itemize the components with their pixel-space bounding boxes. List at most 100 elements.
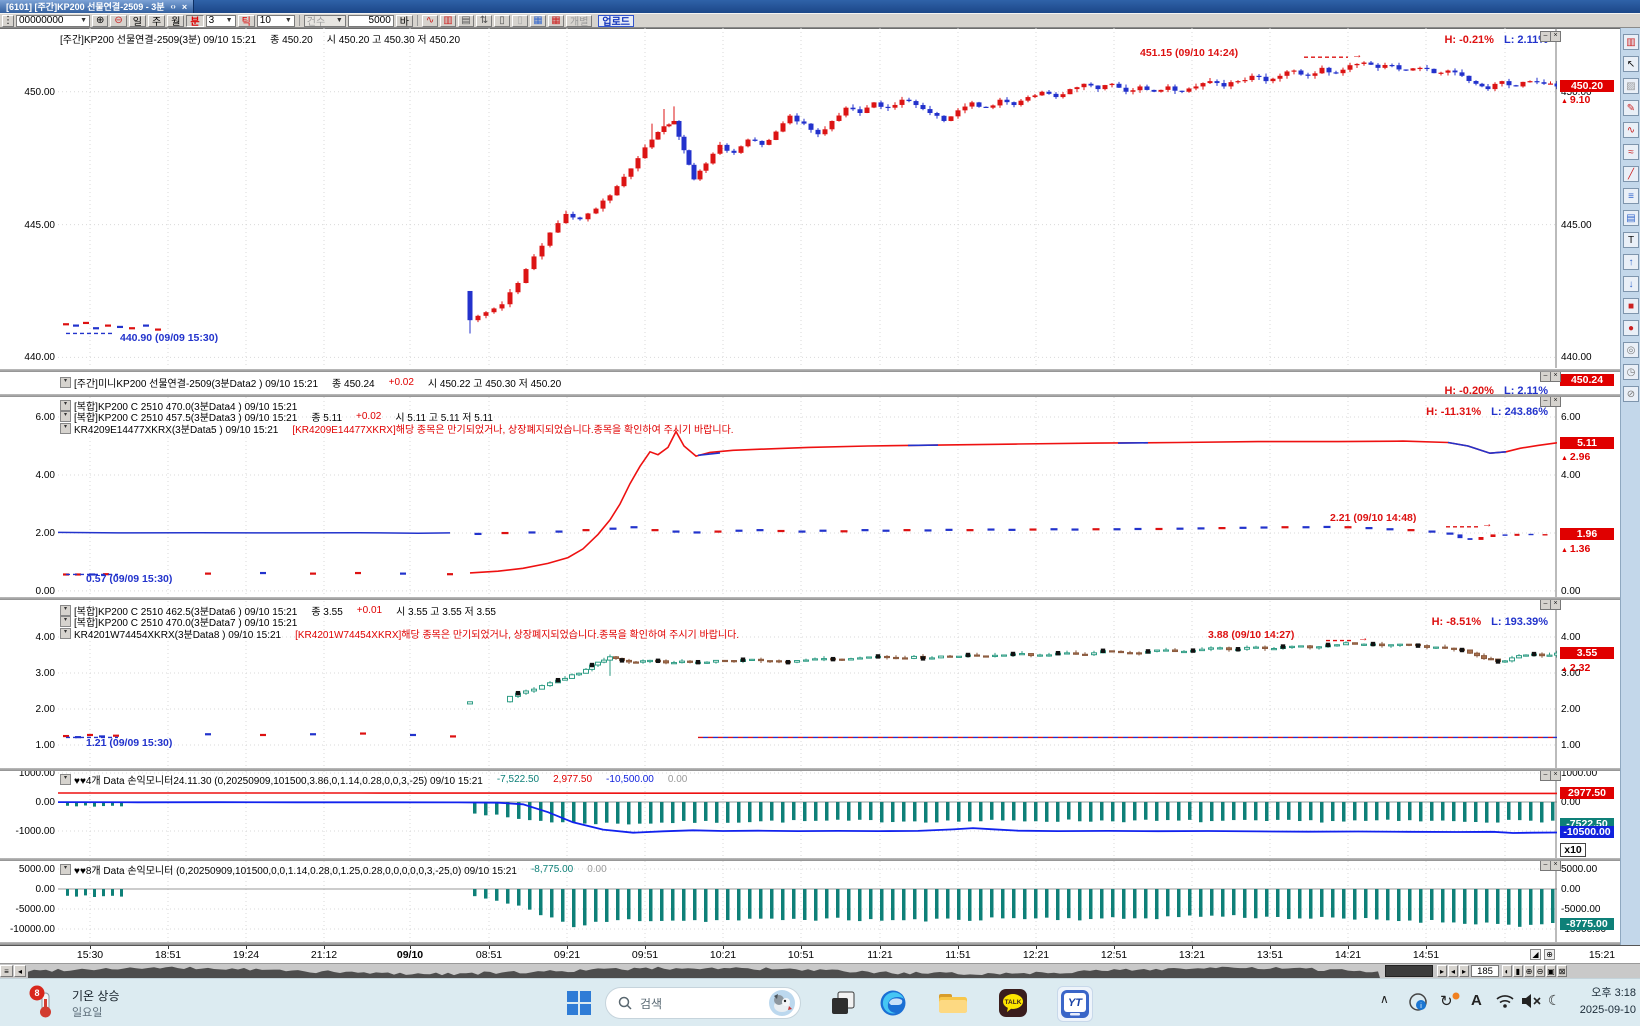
start-button[interactable] [563, 987, 595, 1019]
axis-tick [1114, 946, 1115, 949]
axis-label-right: 0.00 [1561, 884, 1580, 895]
axis-scale-icon[interactable]: ◢ [1530, 949, 1541, 960]
dot-icon[interactable]: ● [1623, 320, 1639, 336]
square-icon[interactable]: ■ [1623, 298, 1639, 314]
axis-label-left: 440.00 [1, 352, 55, 363]
close-range-icon[interactable]: ⊠ [1557, 965, 1567, 977]
panel-divider[interactable] [0, 858, 1620, 861]
header-segment: KR4201W74454XKRX(3분Data8 ) 09/10 15:21 [74, 626, 281, 641]
weather-widget[interactable]: 8 기온 상승 일요일 [28, 985, 120, 1021]
time-label: 13:51 [1257, 949, 1283, 961]
chart-scrollbar: ≡◂▸◂▸185◐▮⊕⊖▣⊠ [0, 963, 1640, 978]
axis-label-left: 3.00 [1, 668, 55, 679]
axis-label-left: -1000.00 [1, 826, 55, 837]
collapse-button[interactable]: ▾ [60, 377, 71, 388]
wave-icon[interactable]: ∿ [1623, 122, 1639, 138]
chart-annotation: 3.88 (09/10 14:27) [1208, 629, 1294, 641]
panel-divider[interactable] [0, 394, 1620, 397]
axis-tick [801, 946, 802, 949]
pencil-icon[interactable]: ✎ [1623, 100, 1639, 116]
scroll-left-button[interactable]: ◂ [14, 965, 26, 977]
axis-label-left: 2.00 [1, 528, 55, 539]
axis-label-left: 0.00 [1, 884, 55, 895]
panel-close-button[interactable]: × [1550, 31, 1561, 42]
collapse-button[interactable]: ▾ [60, 628, 71, 639]
kakaotalk-button[interactable]: TALK [997, 987, 1029, 1019]
taskbar-clock[interactable]: 오후 3:18 2025-09-10 [1560, 985, 1636, 1019]
circle-icon[interactable]: ◎ [1623, 342, 1639, 358]
search-highlight-image[interactable] [769, 990, 795, 1016]
edge-browser-button[interactable] [877, 987, 909, 1019]
grid-icon[interactable]: ▤ [1623, 210, 1639, 226]
collapse-button[interactable]: ▾ [60, 423, 71, 434]
scroll-page-right-button[interactable]: ▸ [1459, 965, 1469, 977]
zoom-in-icon[interactable]: ⊕ [1524, 965, 1534, 977]
scroll-page-left-button[interactable]: ◂ [1448, 965, 1458, 977]
axis-zoom-icon[interactable]: ⊕ [1544, 949, 1555, 960]
price-box: -10500.00 [1560, 826, 1614, 838]
cursor-icon[interactable]: ↖ [1623, 56, 1639, 72]
zoom-out-icon[interactable]: ⊖ [1535, 965, 1545, 977]
file-explorer-button[interactable] [937, 987, 969, 1019]
search-placeholder: 검색 [640, 995, 769, 1012]
arrow-down-icon[interactable]: ↓ [1623, 276, 1639, 292]
trading-app-button[interactable]: YT [1057, 986, 1093, 1022]
chart-annotation: 2.21 (09/10 14:48) [1330, 512, 1416, 524]
trendline-icon[interactable]: ╱ [1623, 166, 1639, 182]
clock-icon[interactable]: ◷ [1623, 364, 1639, 380]
marker-icon[interactable]: ▮ [1513, 965, 1523, 977]
task-view-icon [830, 990, 856, 1016]
arrow-up-icon[interactable]: ↑ [1623, 254, 1639, 270]
panel-header-row: ▾KR4209E14477XKRX(3분Data5 ) 09/10 15:21[… [60, 421, 748, 436]
tray-chevron-icon[interactable]: ∧ [1380, 992, 1389, 1006]
price-box: 2977.50 [1560, 787, 1614, 799]
axis-label-right: 4.00 [1561, 632, 1580, 643]
lines-icon[interactable]: ≡ [1623, 188, 1639, 204]
taskbar-search[interactable]: 검색 [605, 987, 801, 1019]
scroll-step-right-button[interactable]: ▸ [1437, 965, 1447, 977]
header-segment: [KR4201W74454XKRX]해당 종목은 만기되었거나, 상장폐지되었습… [295, 626, 739, 641]
fit-icon[interactable]: ▣ [1546, 965, 1556, 977]
axis-tick [880, 946, 881, 949]
chart-annotation: 1.21 (09/09 15:30) [86, 737, 172, 749]
time-label: 11:51 [945, 949, 971, 961]
axis-label-left: 445.00 [1, 220, 55, 231]
axis-label-left: 6.00 [1, 412, 55, 423]
hatch-icon[interactable]: ▨ [1623, 78, 1639, 94]
tray-info-icon[interactable]: i [1408, 992, 1428, 1012]
candles-icon[interactable]: ▥ [1623, 34, 1639, 50]
ime-language-icon[interactable]: A [1471, 992, 1482, 1009]
panel-divider[interactable] [0, 597, 1620, 600]
axis-label-right: -5000.00 [1561, 904, 1600, 915]
tray-sync-icon[interactable]: ↻ [1440, 992, 1453, 1010]
scrollbar-handle[interactable]: ≡ [0, 965, 13, 977]
axis-tick [90, 946, 91, 949]
night-light-icon[interactable]: ☾ [1548, 992, 1561, 1009]
panel-divider[interactable] [0, 768, 1620, 771]
collapse-button[interactable]: ▾ [60, 774, 71, 785]
panel-close-button[interactable]: × [1550, 396, 1561, 407]
axis-label-right: 5000.00 [1561, 864, 1597, 875]
high-pct: H: -11.31% [1426, 406, 1481, 418]
panel-close-button[interactable]: × [1550, 860, 1561, 871]
axis-label-right: 6.00 [1561, 412, 1580, 423]
delete-icon[interactable]: ⊘ [1623, 386, 1639, 402]
panel-close-button[interactable]: × [1550, 599, 1561, 610]
task-view-button[interactable] [827, 987, 859, 1019]
price-box: 450.24 [1560, 374, 1614, 386]
price-box: x10 [1560, 843, 1586, 857]
panel-main-plot[interactable] [58, 28, 1557, 368]
text-icon[interactable]: T [1623, 232, 1639, 248]
kakao-label: TALK [1005, 999, 1022, 1006]
contrast-icon[interactable]: ◐ [1502, 965, 1512, 977]
collapse-button[interactable]: ▾ [60, 864, 71, 875]
volume-muted-icon[interactable] [1520, 992, 1542, 1010]
panel-close-button[interactable]: × [1550, 371, 1561, 382]
zigzag-icon[interactable]: ≈ [1623, 144, 1639, 160]
scrollbar-thumb[interactable] [1385, 965, 1433, 977]
header-segment: 시 450.22 고 450.30 저 450.20 [428, 375, 561, 390]
axis-label-left: 4.00 [1, 470, 55, 481]
wifi-icon[interactable] [1495, 993, 1515, 1009]
panel-close-button[interactable]: × [1550, 770, 1561, 781]
panel-divider[interactable] [0, 369, 1620, 372]
